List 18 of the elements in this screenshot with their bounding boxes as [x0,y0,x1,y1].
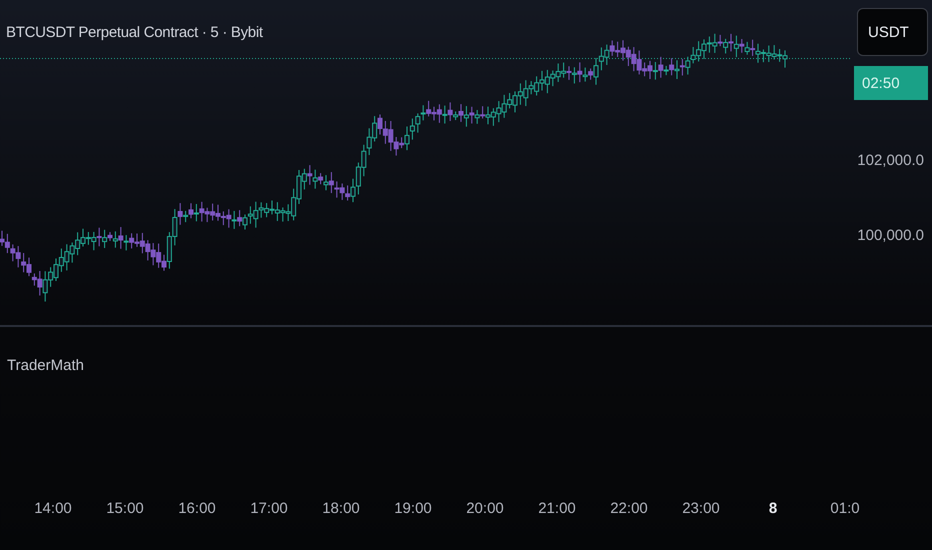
time-label: 23:00 [682,500,720,517]
time-label: 18:00 [322,500,360,517]
time-label: 17:00 [250,500,288,517]
time-label: 8 [768,500,778,517]
time-label: 22:00 [610,500,648,517]
time-label: 14:00 [34,500,72,517]
price-label: 102,000.0 [857,152,925,169]
time-label: 19:00 [394,500,432,517]
currency-button[interactable]: USDT [857,8,928,56]
countdown-label: 02:50 [854,66,928,100]
time-label: 21:00 [538,500,576,517]
indicator-title: TraderMath [7,357,84,374]
chart-title: BTCUSDT Perpetual Contract · 5 · Bybit [6,24,263,41]
time-label: 16:00 [178,500,216,517]
time-label: 20:00 [466,500,504,517]
time-label: 01:0 [830,500,860,517]
time-label: 15:00 [106,500,144,517]
price-label: 100,000.0 [857,227,925,244]
